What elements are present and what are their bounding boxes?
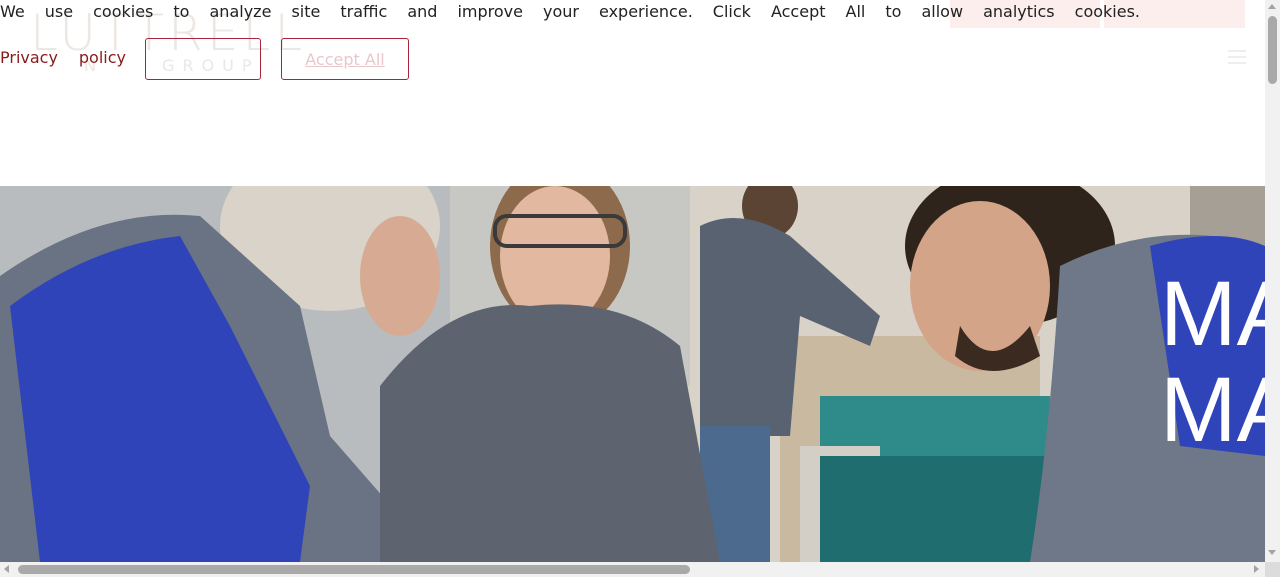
- accept-all-button[interactable]: Accept All: [281, 38, 409, 80]
- privacy-policy-link[interactable]: Privacy policy: [0, 46, 126, 70]
- scroll-down-arrow-icon[interactable]: [1268, 550, 1276, 555]
- horizontal-scrollbar[interactable]: [0, 562, 1265, 577]
- scroll-left-arrow-icon[interactable]: [4, 565, 9, 573]
- scroll-up-arrow-icon[interactable]: [1268, 4, 1276, 9]
- hero-title-line: MA: [1160, 263, 1265, 365]
- hero-title: MA MA: [1160, 266, 1265, 458]
- cookie-message: We use cookies to analyze site traffic a…: [0, 2, 1140, 21]
- horizontal-scroll-thumb[interactable]: [18, 565, 690, 574]
- hamburger-menu-icon[interactable]: [1228, 50, 1246, 64]
- vertical-scroll-thumb[interactable]: [1268, 16, 1277, 84]
- hero-title-line: MA: [1160, 359, 1265, 461]
- scrollbar-corner: [1265, 562, 1280, 577]
- hero-banner: MA MA: [0, 186, 1265, 562]
- page: LUTTRELL N GROUP M M: [0, 0, 1265, 562]
- scroll-right-arrow-icon[interactable]: [1254, 565, 1259, 573]
- hero-photo: [0, 186, 1265, 562]
- decline-button[interactable]: [145, 38, 261, 80]
- vertical-scrollbar[interactable]: [1265, 0, 1280, 562]
- site-header: LUTTRELL N GROUP: [0, 0, 1265, 186]
